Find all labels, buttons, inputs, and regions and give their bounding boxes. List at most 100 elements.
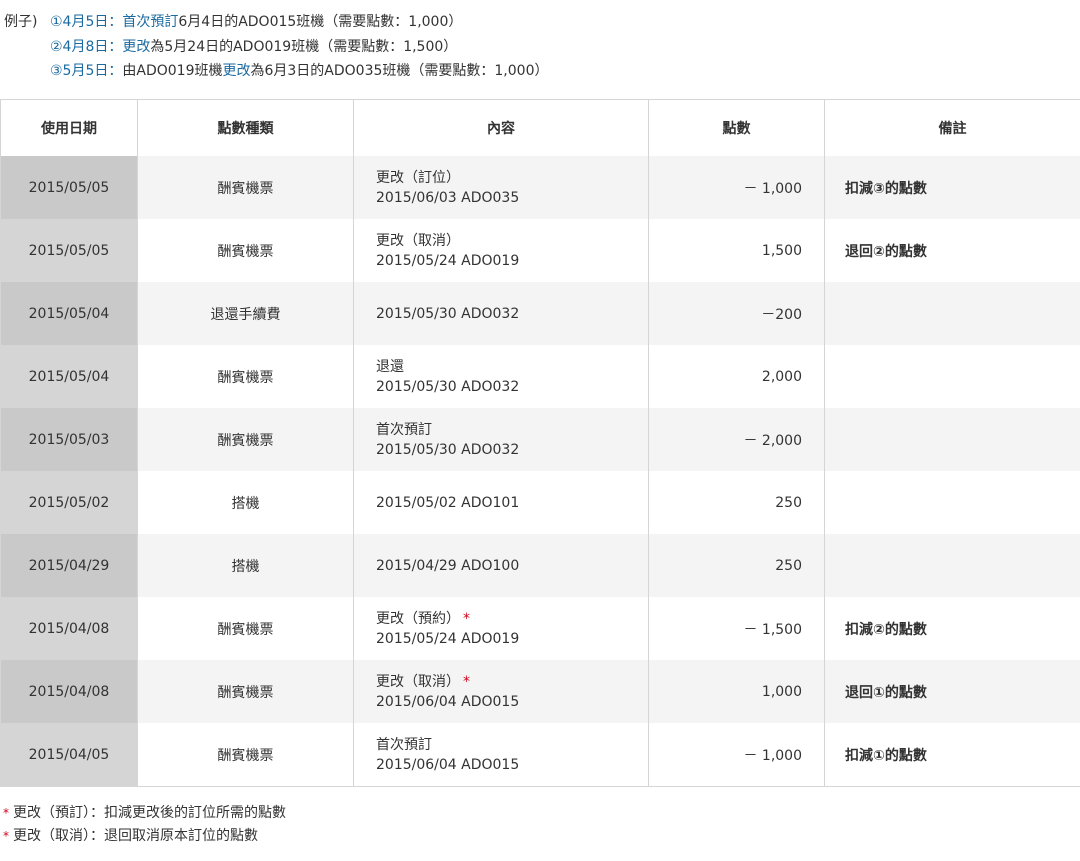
table-row: 2015/05/04 退還手續費 2015/05/30 ADO032 －200 bbox=[0, 282, 1080, 345]
table-header-row: 使用日期 點數種類 內容 點數 備註 bbox=[0, 99, 1080, 156]
points-cell: 250 bbox=[648, 534, 825, 597]
points-cell: 1,500 bbox=[648, 219, 825, 282]
example-line-3: ③5月5日：由ADO019班機更改為6月3日的ADO035班機（需要點數：1,0… bbox=[0, 59, 1080, 84]
content-cell: 退還 2015/05/30 ADO032 bbox=[353, 345, 649, 408]
example-marker: ②4月8日：更改 bbox=[50, 38, 151, 55]
example-detail: 6月4日的ADO015班機（需要點數：1,000） bbox=[178, 14, 463, 30]
content-cell: 2015/04/29 ADO100 bbox=[353, 534, 649, 597]
content-line-1: 2015/04/29 ADO100 bbox=[376, 556, 648, 576]
date-cell: 2015/04/08 bbox=[0, 597, 138, 660]
example-accent: 更改 bbox=[222, 63, 251, 79]
type-cell: 酬賓機票 bbox=[137, 156, 354, 219]
type-cell: 酬賓機票 bbox=[137, 345, 354, 408]
note-cell: 退回①的點數 bbox=[824, 660, 1080, 723]
content-cell: 更改（訂位） 2015/06/03 ADO035 bbox=[353, 156, 649, 219]
note-cell: 扣減①的點數 bbox=[824, 723, 1080, 787]
type-cell: 酬賓機票 bbox=[137, 660, 354, 723]
footnotes: * 更改（預訂）：扣減更改後的訂位所需的點數 * 更改（取消）：退回取消原本訂位的點… bbox=[0, 802, 1080, 848]
type-cell: 酬賓機票 bbox=[137, 723, 354, 787]
table-row: 2015/04/08 酬賓機票 更改（取消） * 2015/06/04 ADO015… bbox=[0, 660, 1080, 723]
content-text: 2015/04/29 ADO100 bbox=[376, 557, 520, 574]
date-cell: 2015/05/05 bbox=[0, 219, 138, 282]
content-line-2: 2015/05/24 ADO019 bbox=[376, 252, 520, 269]
footnote-text: 更改（取消）：退回取消原本訂位的點數 bbox=[13, 828, 258, 844]
asterisk-mark: * bbox=[463, 610, 470, 627]
content-text: 首次預訂 bbox=[376, 736, 432, 753]
table-row: 2015/04/05 酬賓機票 首次預訂 2015/06/04 ADO015 － … bbox=[0, 723, 1080, 787]
table-row: 2015/04/29 搭機 2015/04/29 ADO100 250 bbox=[0, 534, 1080, 597]
note-cell: 扣減③的點數 bbox=[824, 156, 1080, 219]
header-points: 點數 bbox=[648, 99, 825, 156]
content-line-2: 2015/06/04 ADO015 bbox=[376, 693, 520, 710]
date-cell: 2015/05/04 bbox=[0, 345, 138, 408]
example-line-2: ②4月8日：更改為5月24日的ADO019班機（需要點數：1,500） bbox=[0, 35, 1080, 60]
table-row: 2015/05/05 酬賓機票 更改（訂位） 2015/06/03 ADO035 … bbox=[0, 156, 1080, 219]
table-row: 2015/05/05 酬賓機票 更改（取消） 2015/05/24 ADO019 … bbox=[0, 219, 1080, 282]
points-cell: － 2,000 bbox=[648, 408, 825, 471]
date-cell: 2015/04/29 bbox=[0, 534, 138, 597]
content-text: 退還 bbox=[376, 358, 404, 375]
header-type: 點數種類 bbox=[137, 99, 354, 156]
content-cell: 更改（預約） * 2015/05/24 ADO019 bbox=[353, 597, 649, 660]
example-block: 例子) ①4月5日：首次預訂6月4日的ADO015班機（需要點數：1,000） … bbox=[0, 10, 1080, 84]
type-cell: 酬賓機票 bbox=[137, 219, 354, 282]
type-cell: 酬賓機票 bbox=[137, 597, 354, 660]
date-cell: 2015/05/03 bbox=[0, 408, 138, 471]
content-cell: 2015/05/02 ADO101 bbox=[353, 471, 649, 534]
content-line-1: 2015/05/30 ADO032 bbox=[376, 304, 648, 324]
date-cell: 2015/05/05 bbox=[0, 156, 138, 219]
content-line-1: 2015/05/02 ADO101 bbox=[376, 493, 648, 513]
note-cell bbox=[824, 408, 1080, 471]
content-text: 更改（取消） bbox=[376, 673, 460, 690]
type-cell: 搭機 bbox=[137, 471, 354, 534]
table-row: 2015/05/04 酬賓機票 退還 2015/05/30 ADO032 2,00… bbox=[0, 345, 1080, 408]
points-cell: 1,000 bbox=[648, 660, 825, 723]
note-cell bbox=[824, 471, 1080, 534]
content-line-1: 更改（取消） bbox=[376, 231, 648, 251]
points-history-table: 使用日期 點數種類 內容 點數 備註 2015/05/05 酬賓機票 更改（訂位… bbox=[0, 99, 1080, 787]
asterisk-mark: * bbox=[3, 806, 9, 820]
points-cell: － 1,000 bbox=[648, 156, 825, 219]
content-text: 更改（取消） bbox=[376, 232, 460, 249]
content-text: 首次預訂 bbox=[376, 421, 432, 438]
content-line-1: 更改（取消） * bbox=[376, 672, 648, 692]
table-row: 2015/05/02 搭機 2015/05/02 ADO101 250 bbox=[0, 471, 1080, 534]
date-cell: 2015/04/08 bbox=[0, 660, 138, 723]
footnote-2: * 更改（取消）：退回取消原本訂位的點數 bbox=[0, 825, 1080, 848]
date-cell: 2015/04/05 bbox=[0, 723, 138, 787]
example-text: ②4月8日：更改為5月24日的ADO019班機（需要點數：1,500） bbox=[50, 35, 457, 60]
content-text: 更改（訂位） bbox=[376, 169, 460, 186]
footnote-1: * 更改（預訂）：扣減更改後的訂位所需的點數 bbox=[0, 802, 1080, 825]
example-prefix: 例子) bbox=[4, 14, 38, 30]
content-text: 2015/05/02 ADO101 bbox=[376, 494, 520, 511]
header-date: 使用日期 bbox=[0, 99, 138, 156]
content-cell: 更改（取消） 2015/05/24 ADO019 bbox=[353, 219, 649, 282]
example-detail: 為6月3日的ADO035班機（需要點數：1,000） bbox=[250, 63, 549, 79]
footnote-text: 更改（預訂）：扣減更改後的訂位所需的點數 bbox=[13, 805, 286, 821]
note-cell bbox=[824, 345, 1080, 408]
content-text: 2015/05/30 ADO032 bbox=[376, 305, 520, 322]
example-detail: 為5月24日的ADO019班機（需要點數：1,500） bbox=[150, 38, 458, 55]
content-line-2: 2015/05/24 ADO019 bbox=[376, 630, 520, 647]
content-line-1: 首次預訂 bbox=[376, 735, 648, 755]
content-text: 更改（預約） bbox=[376, 610, 460, 627]
table-row: 2015/05/03 酬賓機票 首次預訂 2015/05/30 ADO032 － … bbox=[0, 408, 1080, 471]
header-note: 備註 bbox=[824, 99, 1080, 156]
asterisk-mark: * bbox=[463, 673, 470, 690]
table-body: 2015/05/05 酬賓機票 更改（訂位） 2015/06/03 ADO035 … bbox=[0, 156, 1080, 787]
content-line-1: 退還 bbox=[376, 357, 648, 377]
example-lead: 由ADO019班機 bbox=[122, 63, 223, 79]
type-cell: 酬賓機票 bbox=[137, 408, 354, 471]
note-cell bbox=[824, 534, 1080, 597]
points-cell: － 1,000 bbox=[648, 723, 825, 787]
content-line-2: 2015/05/30 ADO032 bbox=[376, 441, 520, 458]
content-line-1: 更改（預約） * bbox=[376, 609, 648, 629]
table-row: 2015/04/08 酬賓機票 更改（預約） * 2015/05/24 ADO019… bbox=[0, 597, 1080, 660]
points-cell: 2,000 bbox=[648, 345, 825, 408]
content-line-2: 2015/05/30 ADO032 bbox=[376, 378, 520, 395]
content-cell: 首次預訂 2015/05/30 ADO032 bbox=[353, 408, 649, 471]
type-cell: 搭機 bbox=[137, 534, 354, 597]
asterisk-mark: * bbox=[3, 829, 9, 843]
content-line-1: 首次預訂 bbox=[376, 420, 648, 440]
example-marker: ③5月5日： bbox=[50, 63, 123, 79]
